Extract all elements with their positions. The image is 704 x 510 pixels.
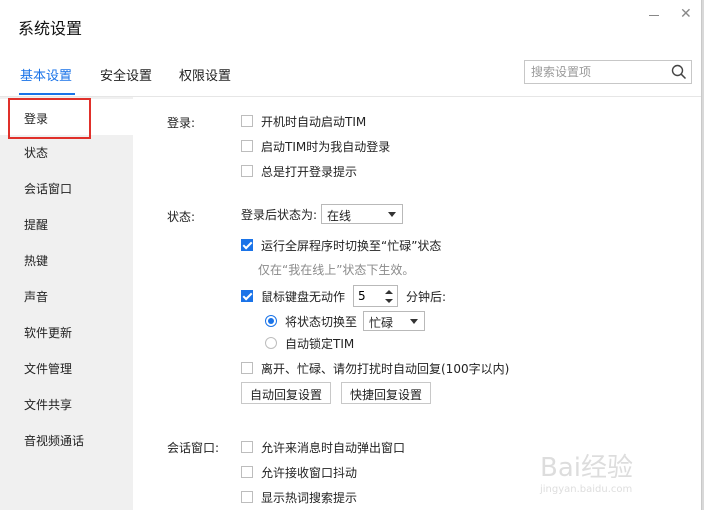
idle-label: 鼠标键盘无动作 [261,289,346,304]
section-label-session: 会话窗口: [167,441,220,455]
tab-security-settings[interactable]: 安全设置 [100,65,152,84]
window-title: 系统设置 [18,19,83,38]
settings-window: 系统设置 ✕ 基本设置 安全设置 权限设置 登录 状态 会话窗口 提醒 热键 声… [0,0,702,510]
popup-window-label: 允许来消息时自动弹出窗口 [261,440,406,455]
switch-status-label: 将状态切换至 [285,314,358,329]
minimize-button[interactable] [643,5,665,25]
hotword-hint-checkbox[interactable] [241,491,253,503]
chevron-down-icon [410,319,419,324]
autologin-checkbox[interactable] [241,140,253,152]
close-button[interactable]: ✕ [675,5,697,25]
close-icon: ✕ [680,6,692,22]
active-tab-indicator [19,93,75,95]
after-login-status-row: 登录后状态为: 在线 [241,204,404,224]
title-bar: 系统设置 ✕ [0,0,701,52]
option-autologin[interactable]: 启动TIM时为我自动登录 [241,137,390,155]
option-window-shake[interactable]: 允许接收窗口抖动 [241,463,357,481]
after-login-status-value: 在线 [327,209,352,223]
sidebar-item-file-management[interactable]: 文件管理 [0,350,133,386]
login-prompt-label: 总是打开登录提示 [261,164,358,179]
sidebar-item-status[interactable]: 状态 [0,134,133,170]
sidebar-item-hotkey[interactable]: 热键 [0,242,133,278]
option-auto-reply[interactable]: 离开、忙碌、请勿打扰时自动回复(100字以内) [241,359,509,377]
option-idle: 鼠标键盘无动作 分钟后: [241,285,446,307]
sidebar-item-label: 软件更新 [24,326,73,340]
fullscreen-busy-checkbox[interactable] [241,239,253,251]
hotword-hint-label: 显示热词搜索提示 [261,490,358,505]
sidebar-item-label: 音视频通话 [24,434,85,448]
window-shake-checkbox[interactable] [241,466,253,478]
search-icon[interactable] [671,64,687,80]
login-prompt-checkbox[interactable] [241,165,253,177]
sidebar-item-reminder[interactable]: 提醒 [0,206,133,242]
after-login-status-label: 登录后状态为: [241,207,318,222]
sidebar-item-label: 热键 [24,254,49,268]
sidebar-item-label: 文件管理 [24,362,73,376]
minimize-icon [649,15,659,16]
sidebar-item-software-update[interactable]: 软件更新 [0,314,133,350]
stepper-down-icon[interactable] [384,297,394,305]
autostart-checkbox[interactable] [241,115,253,127]
window-shake-label: 允许接收窗口抖动 [261,465,358,480]
tab-basic-settings[interactable]: 基本设置 [20,65,72,84]
sidebar-item-login[interactable]: 登录 [0,99,133,135]
option-switch-status: 将状态切换至 忙碌 [265,311,426,331]
fullscreen-busy-label: 运行全屏程序时切换至“忙碌”状态 [261,238,442,253]
option-autostart[interactable]: 开机时自动启动TIM [241,112,366,130]
sidebar-item-label: 会话窗口 [24,182,73,196]
option-auto-lock[interactable]: 自动锁定TIM [265,334,354,352]
option-fullscreen-busy[interactable]: 运行全屏程序时切换至“忙碌”状态 [241,236,441,254]
stepper-up-icon[interactable] [384,288,394,296]
after-login-status-select[interactable]: 在线 [321,204,404,224]
quick-reply-settings-button[interactable]: 快捷回复设置 [341,382,432,404]
switch-status-value: 忙碌 [369,316,394,330]
option-login-prompt[interactable]: 总是打开登录提示 [241,162,357,180]
auto-reply-label: 离开、忙碌、请勿打扰时自动回复(100字以内) [261,361,510,376]
sidebar-item-file-sharing[interactable]: 文件共享 [0,386,133,422]
auto-reply-checkbox[interactable] [241,362,253,374]
autologin-label: 启动TIM时为我自动登录 [261,139,391,154]
auto-lock-label: 自动锁定TIM [285,336,355,351]
sidebar-item-label: 提醒 [24,218,49,232]
option-popup-window[interactable]: 允许来消息时自动弹出窗口 [241,438,405,456]
sidebar-item-session-window[interactable]: 会话窗口 [0,170,133,206]
idle-minutes-suffix: 分钟后: [406,289,447,304]
autostart-label: 开机时自动启动TIM [261,114,367,129]
search-input[interactable] [531,64,671,80]
sidebar-item-label: 文件共享 [24,398,73,412]
switch-status-select[interactable]: 忙碌 [363,311,426,331]
sidebar-item-av-call[interactable]: 音视频通话 [0,422,133,458]
auto-lock-radio[interactable] [265,337,277,349]
chevron-down-icon [388,212,397,217]
auto-reply-settings-button[interactable]: 自动回复设置 [241,382,332,404]
sidebar-item-label: 声音 [24,290,49,304]
idle-minutes-stepper[interactable] [353,285,399,307]
settings-content: 登录: 开机时自动启动TIM 启动TIM时为我自动登录 总是打开登录提示 状态:… [133,97,701,510]
popup-window-checkbox[interactable] [241,441,253,453]
idle-minutes-input[interactable] [358,289,381,303]
fullscreen-hint: 仅在“我在线上”状态下生效。 [258,263,415,277]
sidebar-item-sound[interactable]: 声音 [0,278,133,314]
sidebar-item-label: 登录 [24,112,49,126]
idle-checkbox[interactable] [241,290,253,302]
section-label-status: 状态: [167,210,196,224]
sidebar: 登录 状态 会话窗口 提醒 热键 声音 软件更新 文件管理 文件共享 音视频通话 [0,97,133,510]
switch-status-radio[interactable] [265,315,277,327]
option-hotword-hint[interactable]: 显示热词搜索提示 [241,488,357,506]
sidebar-item-label: 状态 [24,146,49,160]
search-box[interactable] [524,60,692,84]
tab-permission-settings[interactable]: 权限设置 [179,65,231,84]
section-label-login: 登录: [167,116,196,130]
